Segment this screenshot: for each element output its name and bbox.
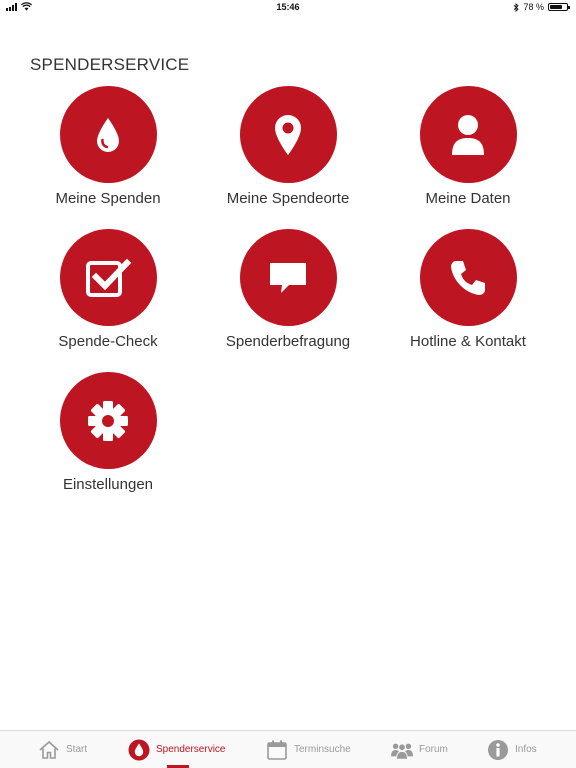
tile-circle[interactable] [419, 86, 517, 183]
phone-icon [451, 260, 485, 295]
tab-label: Start [66, 744, 88, 755]
tile-spende-check[interactable]: Spende-Check [18, 229, 198, 350]
bluetooth-icon [514, 2, 520, 12]
tab-spenderservice[interactable]: Spenderservice [128, 731, 225, 768]
people-icon [391, 739, 413, 761]
tile-label: Spenderbefragung [225, 333, 351, 350]
battery-fill [550, 5, 562, 9]
calendar-icon [266, 739, 288, 761]
section-title: SPENDERSERVICE [30, 55, 190, 74]
tab-terminsuche[interactable]: Terminsuche [266, 731, 351, 768]
battery-icon [548, 3, 570, 11]
tab-label: Forum [419, 744, 448, 755]
tile-hotline-kontakt[interactable]: Hotline & Kontakt [378, 229, 558, 350]
checkbox-icon [86, 258, 132, 297]
tab-label: Infos [515, 744, 537, 755]
tab-label: Spenderservice [156, 744, 226, 755]
status-right: 78 % [513, 2, 570, 12]
tile-label: Hotline & Kontakt [410, 333, 526, 350]
tab-start[interactable]: Start [38, 731, 87, 768]
tile-label: Einstellungen [62, 476, 154, 493]
tile-spenderbefragung[interactable]: Spenderbefragung [198, 229, 378, 350]
tile-circle[interactable] [59, 86, 157, 183]
tile-circle[interactable] [239, 229, 337, 326]
tile-label: Meine Spenden [55, 190, 161, 207]
info-icon [487, 739, 509, 761]
tile-circle[interactable] [239, 86, 337, 183]
gear-icon [88, 400, 128, 441]
tile-einstellungen[interactable]: Einstellungen [18, 372, 198, 493]
status-bar: 15:46 78 % [0, 0, 576, 16]
person-icon [452, 114, 484, 155]
tile-meine-spendeorte[interactable]: Meine Spendeorte [198, 86, 378, 207]
tile-circle[interactable] [419, 229, 517, 326]
tile-meine-spenden[interactable]: Meine Spenden [18, 86, 198, 207]
tile-label: Meine Spendeorte [226, 190, 350, 207]
tile-label: Spende-Check [58, 333, 158, 350]
status-time: 15:46 [276, 2, 300, 12]
tab-infos[interactable]: Infos [487, 731, 537, 768]
speech-bubble-icon [270, 262, 306, 293]
map-pin-icon [275, 114, 301, 155]
drop-icon [97, 117, 119, 152]
tile-circle[interactable] [59, 229, 157, 326]
battery-percent: 78 % [523, 2, 544, 12]
tab-forum[interactable]: Forum [391, 731, 448, 768]
tab-bar: Start Spenderservice Terminsuche Forum I… [0, 730, 576, 768]
tile-label: Meine Daten [425, 190, 511, 207]
home-icon [38, 739, 60, 761]
drop-icon [128, 739, 150, 761]
tab-label: Terminsuche [294, 744, 351, 755]
tile-meine-daten[interactable]: Meine Daten [378, 86, 558, 207]
tile-circle[interactable] [59, 372, 157, 469]
